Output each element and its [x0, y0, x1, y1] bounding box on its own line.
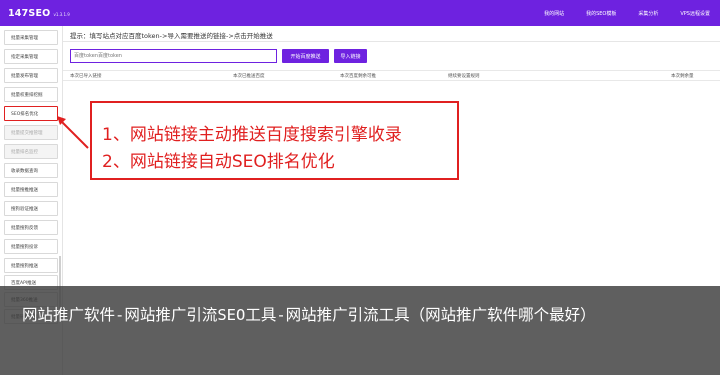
app-logo[interactable]: 147SEO v1.3.1.9 [0, 7, 70, 19]
nav-seo-templates[interactable]: 我的SEO模板 [586, 10, 616, 17]
app-version: v1.3.1.9 [53, 11, 70, 17]
app-name: 147SEO [8, 7, 51, 19]
sidebar-item-sogou-feedback[interactable]: 批量搜狗反馈 [4, 220, 58, 235]
column-header: 本次剩余量 [671, 74, 694, 79]
sidebar-item-sogou-verify[interactable]: 搜狗验证推送 [4, 201, 58, 216]
sidebar-item-batch-publish[interactable]: 批量发布管理 [4, 68, 58, 83]
annotation-line-1: 1、网站链接主动推送百度搜索引擎收录 [102, 125, 402, 145]
nav-collect-analysis[interactable]: 采集分析 [638, 10, 658, 17]
nav-vps-settings[interactable]: VPS远程设置 [680, 10, 710, 17]
caption-overlay: 网站推广软件-网站推广引流SEO工具-网站推广引流工具（网站推广软件哪个最好） [0, 286, 720, 375]
nav-my-sites[interactable]: 我的网站 [544, 10, 564, 17]
sidebar-item-rank-monitor[interactable]: 批量排名监控 [4, 144, 58, 159]
sidebar-item-batch-collect[interactable]: 批量采集管理 [4, 30, 58, 45]
caption-text: 网站推广软件-网站推广引流SEO工具-网站推广引流工具（网站推广软件哪个最好） [22, 306, 596, 324]
sidebar-item-seo-ranking[interactable]: SEO排名优化 [4, 106, 58, 121]
column-header: 本次已导入链接 [70, 74, 102, 79]
annotation-line-2: 2、网站链接自动SEO排名优化 [102, 152, 335, 172]
sidebar-item-sogou-push[interactable]: 批量搜狗推送 [4, 258, 58, 273]
tip-text: 提示：填写站点对应百度token->导入需要推送的链接->点击开始推送 [70, 32, 273, 40]
sidebar-item-index-query[interactable]: 收录数据查询 [4, 163, 58, 178]
table-header: 本次已导入链接 本次已推送百度 本次百度剩余可推 继续要设置规则 本次剩余量 [63, 70, 720, 81]
column-header: 本次百度剩余可推 [340, 74, 376, 79]
sidebar-item-batch-submit[interactable]: 批量提交推管理 [4, 125, 58, 140]
sidebar-item-weight-mining[interactable]: 批量权重排挖掘 [4, 87, 58, 102]
top-bar: 147SEO v1.3.1.9 我的网站 我的SEO模板 采集分析 VPS远程设… [0, 0, 720, 26]
annotation-box: 1、网站链接主动推送百度搜索引擎收录 2、网站链接自动SEO排名优化 [90, 101, 459, 180]
import-links-button[interactable]: 导入链接 [334, 49, 367, 63]
start-push-button[interactable]: 开始百度推送 [282, 49, 329, 63]
column-header: 本次已推送百度 [233, 74, 265, 79]
divider [63, 41, 720, 42]
column-header: 继续要设置规则 [448, 74, 480, 79]
sidebar-item-specified-collect[interactable]: 指定采集管理 [4, 49, 58, 64]
baidu-token-input[interactable] [70, 49, 277, 63]
sidebar-item-batch-push[interactable]: 批量搜推推送 [4, 182, 58, 197]
sidebar-item-sogou-complaint[interactable]: 批量搜狗投诉 [4, 239, 58, 254]
top-nav: 我的网站 我的SEO模板 采集分析 VPS远程设置 [522, 0, 710, 26]
